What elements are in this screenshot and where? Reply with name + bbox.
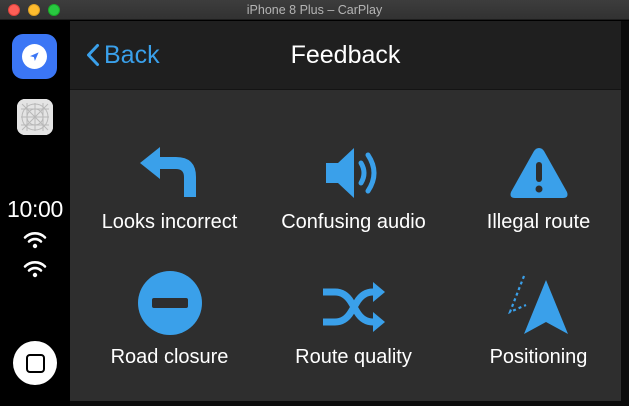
looks-incorrect-option[interactable]: Looks incorrect bbox=[78, 131, 261, 261]
window-edge bbox=[70, 401, 621, 406]
navigation-bar: Back Feedback bbox=[70, 21, 621, 90]
grid-icon bbox=[17, 99, 53, 135]
compass-icon bbox=[22, 44, 47, 69]
warning-triangle-icon bbox=[510, 148, 567, 198]
title-bar: iPhone 8 Plus – CarPlay bbox=[0, 0, 629, 20]
option-label: Illegal route bbox=[486, 211, 591, 233]
clock-time: 10:00 bbox=[6, 196, 64, 222]
home-button[interactable] bbox=[13, 341, 57, 385]
route-quality-option[interactable]: Route quality bbox=[262, 266, 445, 396]
wifi-icon bbox=[23, 261, 47, 278]
window-edge bbox=[621, 21, 629, 406]
shuffle-arrows-icon bbox=[322, 282, 385, 332]
road-closure-option[interactable]: Road closure bbox=[78, 266, 261, 396]
no-entry-icon bbox=[137, 271, 202, 335]
confusing-audio-option[interactable]: Confusing audio bbox=[262, 131, 445, 261]
speaker-icon bbox=[325, 148, 376, 198]
wifi-icon bbox=[23, 232, 47, 249]
maps-app-button[interactable] bbox=[12, 34, 57, 79]
location-arrow-icon bbox=[507, 275, 568, 334]
option-label: Positioning bbox=[489, 346, 588, 368]
grid-app-button[interactable] bbox=[17, 99, 53, 135]
page-title: Feedback bbox=[290, 41, 401, 69]
option-label: Road closure bbox=[110, 346, 229, 368]
option-label: Confusing audio bbox=[281, 211, 426, 233]
window-title: iPhone 8 Plus – CarPlay bbox=[246, 3, 383, 17]
illegal-route-option[interactable]: Illegal route bbox=[447, 131, 629, 261]
option-label: Route quality bbox=[295, 346, 412, 368]
carplay-window: iPhone 8 Plus – CarPlay 10:00 Back Feedb… bbox=[0, 0, 629, 406]
positioning-option[interactable]: Positioning bbox=[447, 266, 629, 396]
carplay-dock: 10:00 bbox=[0, 21, 70, 406]
option-label: Looks incorrect bbox=[101, 211, 238, 233]
home-square-icon bbox=[25, 353, 45, 373]
feedback-options-grid: Looks incorrect Confusing audio Illegal … bbox=[70, 91, 621, 401]
turn-left-arrow-icon bbox=[139, 147, 196, 197]
feedback-screen: Back Feedback Looks incorrect Confusing … bbox=[70, 21, 621, 401]
